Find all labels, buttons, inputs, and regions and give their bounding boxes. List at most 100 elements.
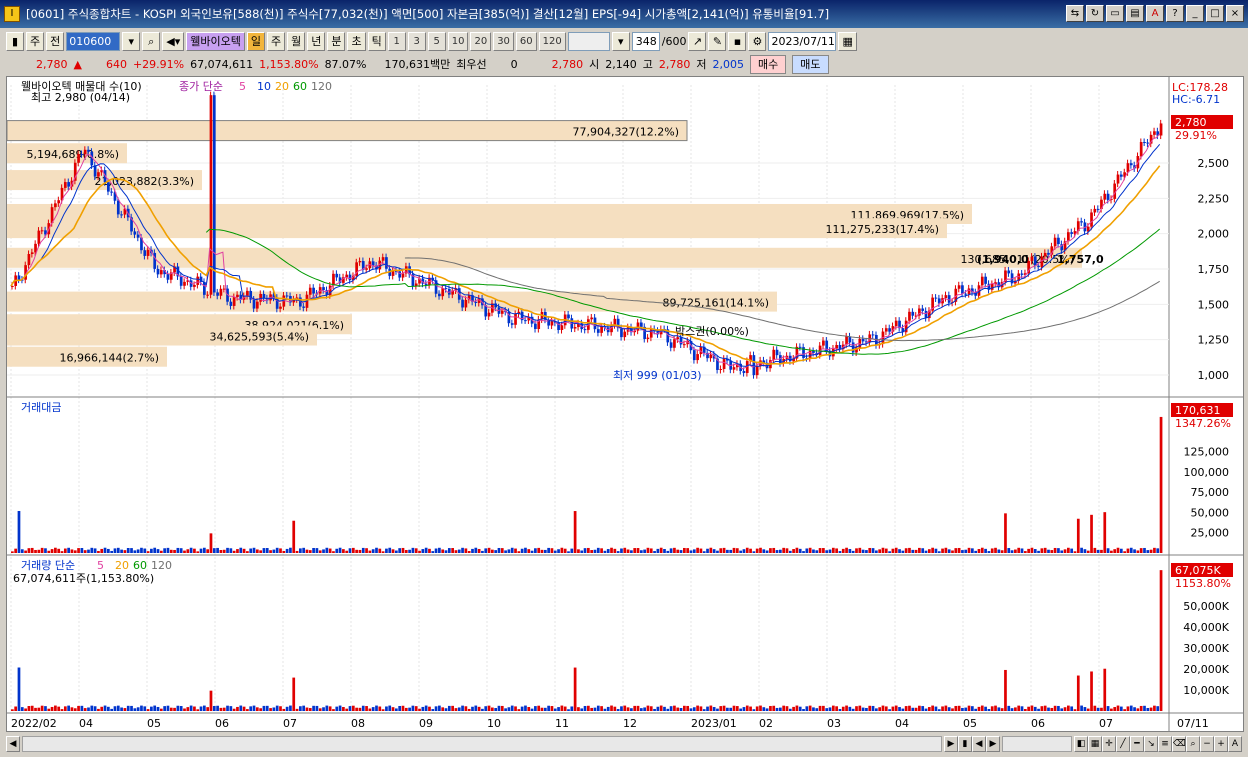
- eraser-icon[interactable]: ⌫: [1172, 736, 1186, 752]
- interval-30[interactable]: 30: [493, 31, 514, 51]
- volume-bar: [1073, 709, 1077, 711]
- amount-bar: [494, 550, 498, 553]
- pause-icon[interactable]: ▮: [958, 736, 972, 752]
- buy-button[interactable]: 매수: [750, 54, 787, 74]
- period-tick[interactable]: 틱: [367, 31, 386, 51]
- volume-bar: [947, 707, 951, 711]
- draw-icon[interactable]: ✎: [708, 31, 727, 51]
- zoom-icon[interactable]: ⌕: [1186, 736, 1200, 752]
- save-icon[interactable]: ▤: [1126, 5, 1144, 22]
- line-icon[interactable]: ╱: [1116, 736, 1130, 752]
- sell-button[interactable]: 매도: [792, 54, 829, 74]
- interval-20[interactable]: 20: [470, 31, 492, 51]
- period-second[interactable]: 초: [347, 31, 366, 51]
- interval-1[interactable]: 1: [387, 31, 406, 51]
- period-day[interactable]: 일: [246, 31, 265, 51]
- speaker-icon[interactable]: ◀▾: [162, 31, 185, 51]
- help-icon[interactable]: ?: [1166, 5, 1184, 22]
- amount-bar: [540, 549, 544, 553]
- candle-body: [136, 234, 140, 238]
- stock-chart[interactable]: 2,500 2,250 2,000 1,750 1,500 1,250 1,000 77,90…: [7, 77, 1243, 731]
- interval-3[interactable]: 3: [407, 31, 426, 51]
- forward-icon[interactable]: ▶: [986, 736, 1000, 752]
- minimize-button[interactable]: _: [1186, 5, 1204, 22]
- date-input[interactable]: 2023/07/11: [768, 31, 837, 51]
- volume-bar: [355, 707, 358, 711]
- candle-body: [83, 149, 87, 155]
- link-icon[interactable]: ⇆: [1066, 5, 1084, 22]
- volume-tick: 20,000K: [1183, 663, 1229, 676]
- volume-bar: [686, 705, 690, 711]
- search-icon[interactable]: ⌕: [142, 31, 161, 51]
- compare-icon[interactable]: ◧: [1074, 736, 1088, 752]
- chart-menu-icon[interactable]: ▮: [6, 31, 24, 51]
- candle-body: [229, 301, 233, 306]
- play-icon[interactable]: ▶: [944, 736, 958, 752]
- close-button[interactable]: ×: [1226, 5, 1244, 22]
- dropdown-icon[interactable]: ▾: [122, 31, 141, 51]
- text-icon[interactable]: A: [1228, 736, 1242, 752]
- zoom-out-icon[interactable]: −: [1200, 736, 1214, 752]
- x-tick: 05: [963, 717, 977, 730]
- amount-bar: [348, 548, 352, 553]
- interval-dropdown-icon[interactable]: ▾: [611, 31, 630, 51]
- volume-bar: [153, 705, 157, 711]
- amount-bar: [120, 549, 123, 553]
- type-select[interactable]: 주: [26, 31, 45, 51]
- amount-bar: [977, 549, 981, 553]
- calendar-icon[interactable]: ▦: [838, 31, 857, 51]
- count-input[interactable]: 348: [631, 31, 660, 51]
- horizontal-scrollbar[interactable]: [22, 736, 942, 752]
- zoom-slider[interactable]: [1002, 736, 1072, 752]
- period-year[interactable]: 년: [307, 31, 326, 51]
- trend-icon[interactable]: ↘: [1144, 736, 1158, 752]
- font-icon[interactable]: A: [1146, 5, 1164, 22]
- amount-bar: [504, 550, 507, 553]
- settings-icon[interactable]: ⚙: [748, 31, 767, 51]
- rewind-icon[interactable]: ◀: [972, 736, 986, 752]
- chart-area[interactable]: 2,500 2,250 2,000 1,750 1,500 1,250 1,000 77,90…: [6, 76, 1244, 732]
- prev-button[interactable]: 전: [46, 31, 65, 51]
- period-month[interactable]: 월: [287, 31, 306, 51]
- cross-icon[interactable]: ✛: [1102, 736, 1116, 752]
- window-icon[interactable]: ▭: [1106, 5, 1124, 22]
- amount-bar: [342, 549, 345, 553]
- code-input[interactable]: 010600: [66, 31, 121, 51]
- interval-10[interactable]: 10: [447, 31, 469, 51]
- maximize-button[interactable]: □: [1206, 5, 1224, 22]
- period-minute[interactable]: 분: [327, 31, 346, 51]
- zoom-in-icon[interactable]: +: [1214, 736, 1228, 752]
- pan-icon[interactable]: ↗: [688, 31, 707, 51]
- amount-bar: [325, 547, 329, 553]
- amount-bar: [1116, 547, 1120, 553]
- volume-bar: [550, 706, 554, 711]
- volume-bar: [342, 706, 345, 711]
- candle-body: [312, 287, 315, 294]
- amount-bar: [822, 548, 825, 553]
- fibo-icon[interactable]: ≡: [1158, 736, 1172, 752]
- x-tick: 04: [79, 717, 93, 730]
- interval-60[interactable]: 60: [515, 31, 537, 51]
- volume-bar: [189, 705, 193, 711]
- period-week[interactable]: 주: [266, 31, 286, 51]
- candle-body: [40, 230, 44, 232]
- scroll-left-icon[interactable]: ◀: [6, 736, 20, 752]
- amount-bar: [355, 549, 358, 553]
- amount-bar: [709, 547, 713, 553]
- interval-120[interactable]: 120: [538, 31, 566, 51]
- candle-body: [1159, 123, 1163, 136]
- amount-bar: [888, 551, 891, 553]
- candle-body: [193, 284, 196, 287]
- candle-body: [567, 314, 570, 319]
- x-tick: 06: [215, 717, 229, 730]
- disk-icon[interactable]: ▪: [728, 31, 747, 51]
- interval-input[interactable]: [567, 31, 610, 51]
- hline-icon[interactable]: ━: [1130, 736, 1144, 752]
- candle-body: [888, 328, 891, 332]
- refresh-icon[interactable]: ↻: [1086, 5, 1104, 22]
- grid-icon[interactable]: ▦: [1088, 736, 1102, 752]
- candle-body: [1116, 174, 1120, 184]
- interval-5[interactable]: 5: [427, 31, 446, 51]
- stock-name[interactable]: 웰바이오텍: [186, 31, 245, 51]
- amount-bar: [146, 551, 150, 553]
